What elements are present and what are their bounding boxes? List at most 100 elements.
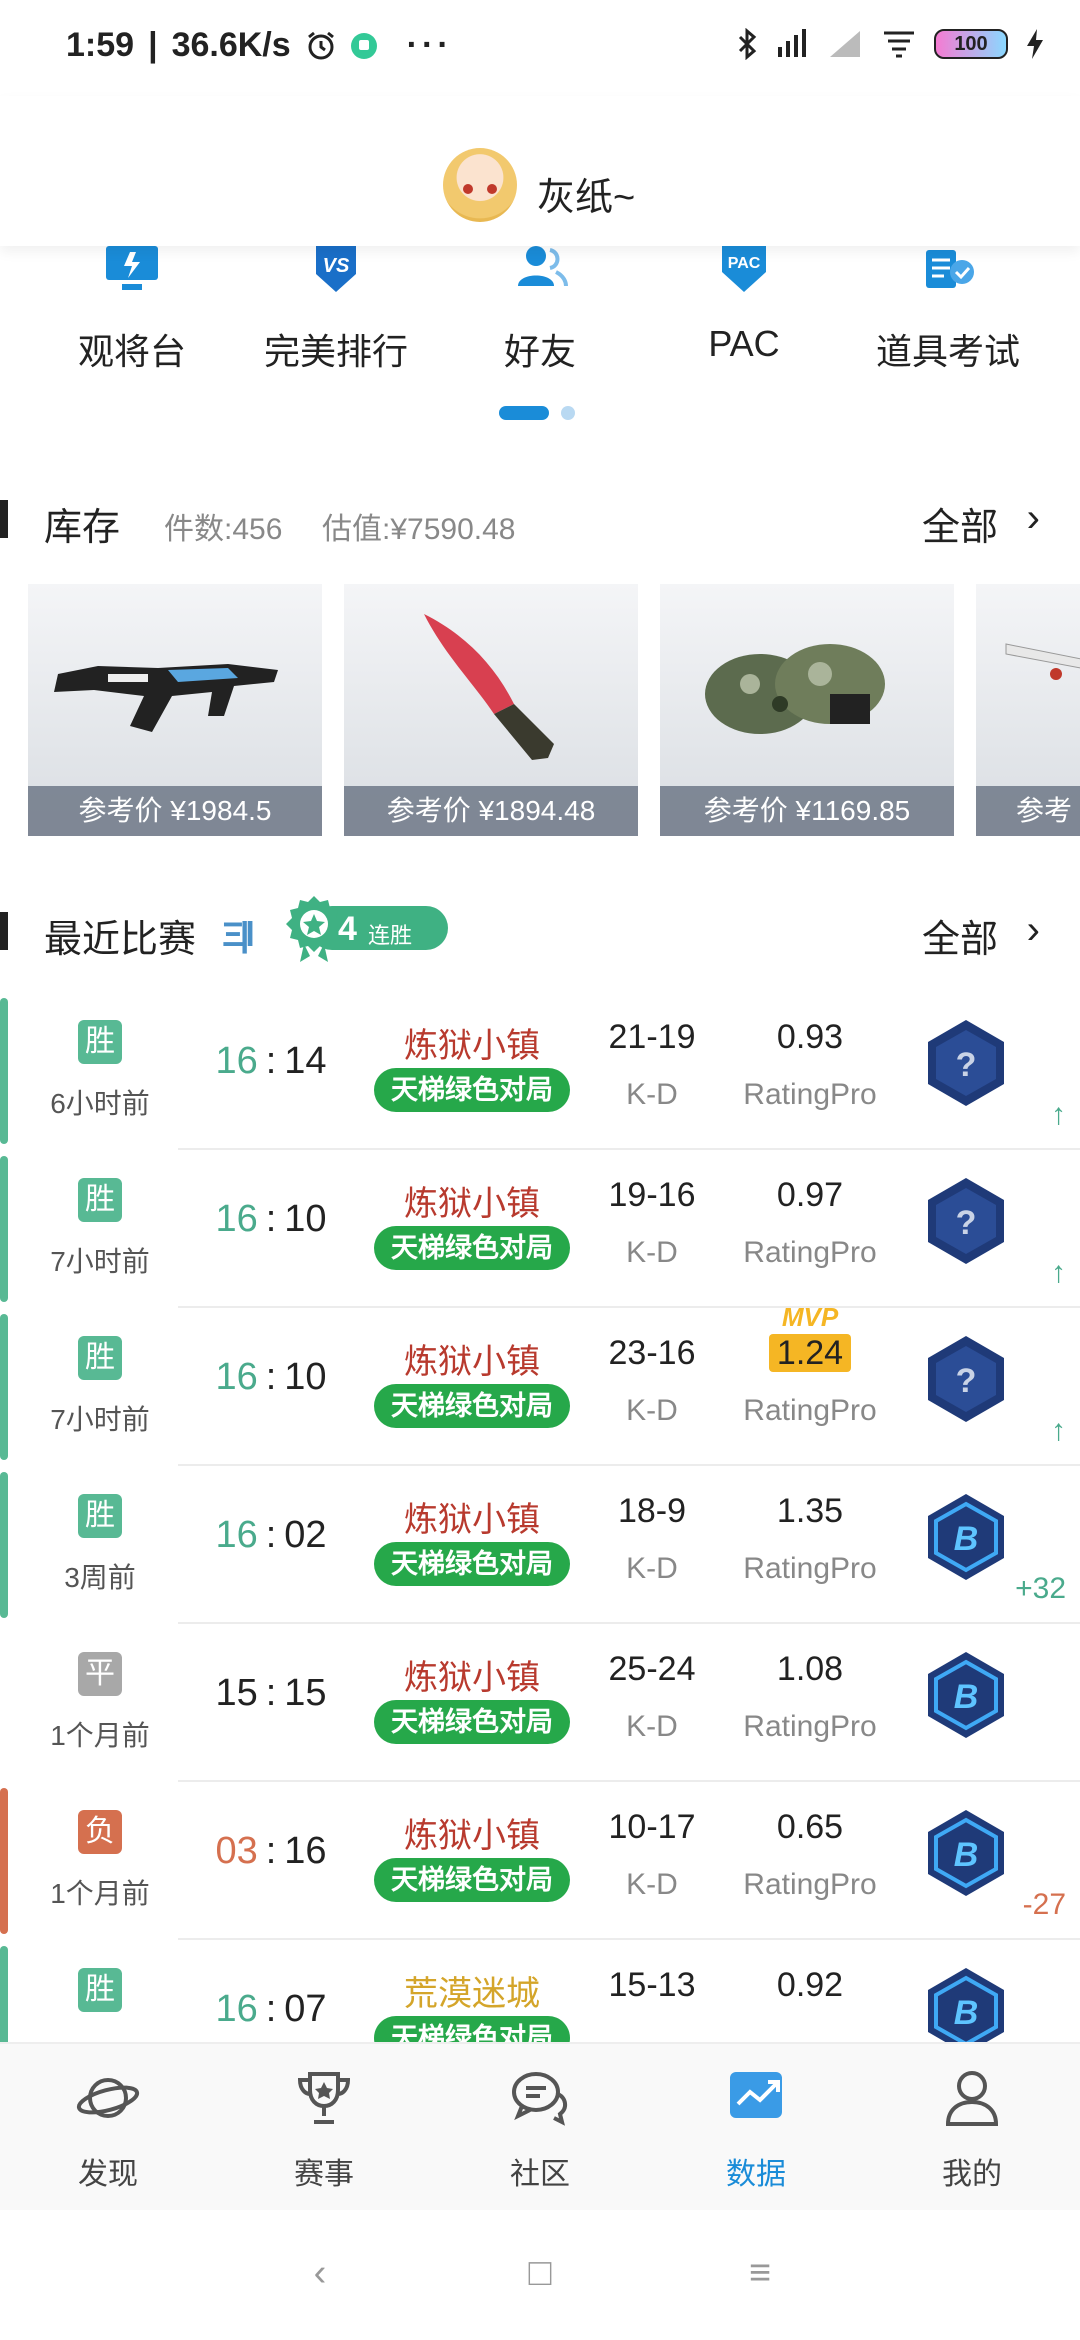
avatar[interactable] [443, 148, 517, 222]
match-score: 16:07 [215, 1988, 327, 2030]
status-net-speed: 36.6K/s [171, 26, 291, 64]
more-notifications-icon: ··· [406, 26, 453, 64]
result-badge: 负 [78, 1810, 122, 1854]
map-name: 炼狱小镇 [404, 1501, 540, 1539]
score-opponent: 02 [284, 1514, 327, 1556]
nav-discover[interactable]: 发现 [38, 2066, 178, 2193]
svg-text:?: ? [956, 1204, 977, 1242]
shortcut-item-exam[interactable]: 道具考试 [848, 246, 1048, 375]
rank-b-icon: B [928, 1652, 1004, 1738]
match-row[interactable]: 胜 6小时前 16:14 炼狱小镇 天梯绿色对局 21-19 K-D 0.93 … [0, 992, 1080, 1150]
inventory-carousel[interactable]: 参考价 ¥1984.5 参考价 ¥1894.48 参考价 ¥1169.85 参考 [28, 584, 1080, 836]
score-mine: 16 [215, 1514, 258, 1556]
username[interactable]: 灰纸~ [537, 166, 635, 221]
score-opponent: 10 [284, 1198, 327, 1240]
score-mine: 16 [215, 1198, 258, 1240]
shortcut-watch-stage[interactable]: 观将台 [32, 246, 232, 375]
svg-text:B: B [954, 1520, 979, 1558]
friends-icon [518, 246, 568, 287]
status-bar: 1:59 | 36.6K/s ··· 100 [0, 0, 1080, 96]
back-icon[interactable]: ‹ [290, 2252, 350, 2296]
stats-bars-icon[interactable]: Ξ|l [222, 916, 255, 955]
inventory-item[interactable]: 参考价 ¥1894.48 [344, 584, 638, 836]
mode-badge: 天梯绿色对局 [374, 1384, 570, 1428]
profile-header: 灰纸~ [0, 96, 1080, 246]
match-time: 7小时前 [50, 1404, 150, 1435]
match-row[interactable]: 胜 16:07 荒漠迷城 天梯绿色对局 15-13 0.92 B [0, 1940, 1080, 2042]
result-badge: 胜 [78, 1178, 122, 1222]
inventory-all-link[interactable]: 全部 [922, 496, 998, 551]
result-edge [0, 1946, 8, 2042]
shortcut-pac[interactable]: PAC PAC [644, 246, 844, 365]
home-icon[interactable]: □ [510, 2252, 570, 2296]
rating-value: 0.65 [776, 1808, 844, 1846]
shortcut-label: 完美排行 [263, 331, 408, 372]
match-list: 胜 6小时前 16:14 炼狱小镇 天梯绿色对局 21-19 K-D 0.93 … [0, 992, 1080, 2042]
nav-data[interactable]: 数据 [686, 2066, 826, 2193]
planet-icon [76, 2078, 140, 2118]
chevron-right-icon[interactable]: › [1027, 496, 1040, 541]
recents-icon[interactable]: ≡ [730, 2252, 790, 2296]
inventory-item[interactable]: 参考价 ¥1984.5 [28, 584, 322, 836]
trophy-icon [297, 2072, 351, 2124]
rating-label: RatingPro [743, 1868, 877, 1901]
kd-value: 21-19 [608, 1018, 696, 1056]
rating-value: 0.92 [776, 1966, 844, 2004]
nav-community[interactable]: 社区 [470, 2066, 610, 2193]
inventory-item[interactable]: 参考价 ¥1169.85 [660, 584, 954, 836]
rating-label: RatingPro [743, 1394, 877, 1427]
score-opponent: 16 [284, 1830, 327, 1872]
inventory-title: 库存 [44, 507, 121, 549]
item-price: 参考价 ¥1169.85 [660, 786, 954, 836]
svg-text:B: B [954, 1994, 979, 2032]
chevron-right-icon[interactable]: › [1027, 908, 1040, 953]
sniper-icon [1005, 643, 1080, 680]
match-time: 1个月前 [50, 1878, 150, 1909]
svg-text:B: B [954, 1678, 979, 1716]
system-nav: ‹ □ ≡ [0, 2210, 1080, 2340]
status-divider: | [148, 26, 158, 64]
result-badge: 平 [78, 1652, 122, 1696]
shortcut-ranking[interactable]: VS 完美排行 [236, 246, 436, 375]
match-score: 16:10 [215, 1198, 327, 1240]
match-row[interactable]: 负 1个月前 03:16 炼狱小镇 天梯绿色对局 10-17 K-D 0.65 … [0, 1782, 1080, 1940]
nav-label: 赛事 [294, 2158, 354, 2191]
match-time: 3周前 [64, 1562, 136, 1593]
gloves-icon [705, 644, 885, 734]
score-mine: 16 [215, 1988, 258, 2030]
kd-value: 25-24 [608, 1650, 696, 1688]
score-opponent: 10 [284, 1356, 327, 1398]
match-row[interactable]: 平 1个月前 15:15 炼狱小镇 天梯绿色对局 25-24 K-D 1.08 … [0, 1624, 1080, 1782]
battery-indicator: 100 [934, 29, 1008, 59]
match-time: 1个月前 [50, 1720, 150, 1751]
match-row[interactable]: 胜 7小时前 16:10 炼狱小镇 天梯绿色对局 19-16 K-D 0.97 … [0, 1150, 1080, 1308]
exam-badge-icon [926, 250, 974, 288]
kd-label: K-D [626, 1710, 678, 1743]
kd-label: K-D [626, 1236, 678, 1269]
inventory-item[interactable]: 参考 [976, 584, 1080, 836]
kd-value: 15-13 [608, 1966, 696, 2004]
monitor-icon [106, 246, 158, 290]
match-row[interactable]: 胜 3周前 16:02 炼狱小镇 天梯绿色对局 18-9 K-D 1.35 Ra… [0, 1466, 1080, 1624]
nav-label: 社区 [510, 2158, 570, 2191]
rating-value-mvp: 1.24 [768, 1334, 852, 1372]
section-marker [0, 912, 8, 950]
recent-matches-title: 最近比赛 [44, 919, 197, 961]
match-score: 16:02 [215, 1514, 327, 1556]
mode-badge: 天梯绿色对局 [374, 1542, 570, 1586]
matches-all-link[interactable]: 全部 [922, 908, 998, 963]
match-score: 16:14 [215, 1040, 327, 1082]
shortcut-friends[interactable]: 好友 [440, 246, 640, 375]
rank-delta: ↑ [1051, 1256, 1066, 1289]
rank-delta: ↑ [1051, 1098, 1066, 1131]
signal-empty-icon [830, 31, 860, 57]
nav-profile[interactable]: 我的 [902, 2066, 1042, 2193]
page-dot-active [499, 406, 549, 420]
kd-value: 18-9 [617, 1492, 687, 1530]
map-name: 炼狱小镇 [404, 1185, 540, 1223]
profile-icon [945, 2071, 999, 2126]
mvp-tag: MVP [781, 1302, 839, 1332]
match-row[interactable]: 胜 7小时前 16:10 炼狱小镇 天梯绿色对局 23-16 K-D MVP 1… [0, 1302, 1080, 1466]
nav-events[interactable]: 赛事 [254, 2066, 394, 2193]
inventory-count: 件数:456 [164, 513, 283, 546]
